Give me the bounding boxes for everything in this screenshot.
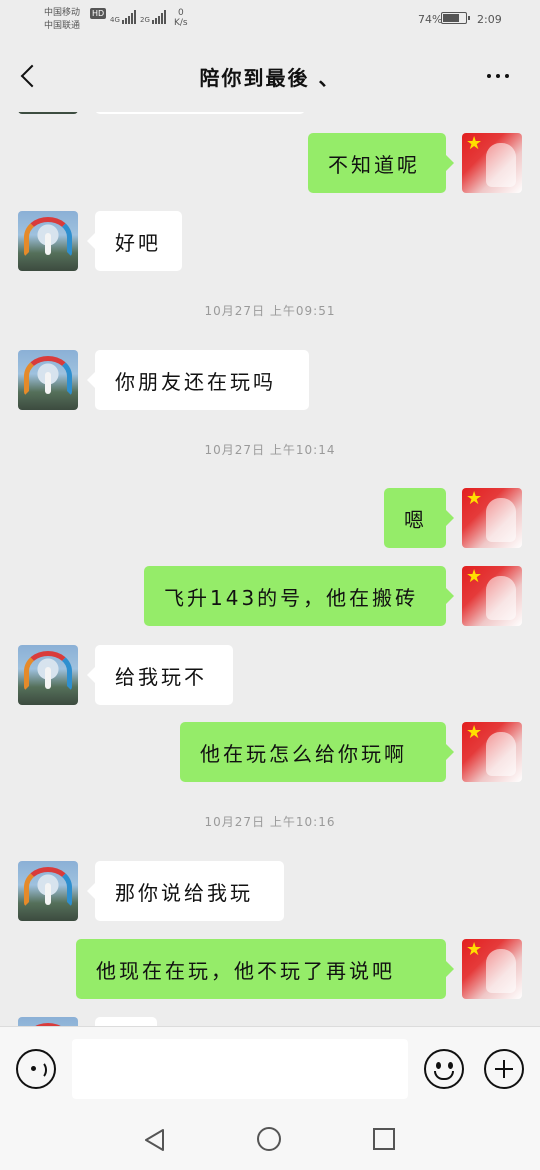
chat-timestamp: 10月27日 上午10:16	[204, 815, 336, 829]
message-text: 不知道呢	[328, 152, 420, 177]
signal-2-icon: 2G	[140, 10, 166, 24]
peer-avatar[interactable]	[18, 861, 78, 921]
more-functions-button[interactable]	[484, 1049, 524, 1089]
star-icon: ★	[466, 939, 483, 960]
peer-message-bubble[interactable]: 好吧	[87, 211, 182, 271]
my-avatar[interactable]: ★	[462, 939, 522, 999]
signal-1-label: 4G	[110, 16, 120, 24]
more-horizontal-icon	[487, 74, 491, 78]
input-bar	[0, 1026, 540, 1111]
peer-message-bubble[interactable]: 你朋友还在玩吗	[87, 350, 309, 410]
message-text: 飞升143的号，他在搬砖	[164, 585, 419, 610]
carrier-2: 中国联通	[44, 21, 81, 31]
network-speed-value: 0	[177, 8, 184, 18]
chat-message-list[interactable]: ★ 不知道呢好吧 10月27日 上午09:51 你朋友还在玩吗 10月27日 上午10:…	[0, 112, 540, 1026]
carrier-1: 中国移动	[44, 8, 81, 18]
my-message-bubble[interactable]: 不知道呢	[308, 133, 454, 193]
peer-avatar[interactable]	[18, 112, 78, 114]
message-text: 那你说给我玩	[115, 880, 253, 905]
network-speed: 0 K/s	[174, 8, 188, 28]
star-icon: ★	[466, 566, 483, 587]
my-message-bubble[interactable]: 嗯	[384, 488, 454, 548]
peer-avatar[interactable]	[18, 211, 78, 271]
peer-message-bubble[interactable]: 那你说给我玩	[87, 861, 284, 921]
peer-avatar[interactable]	[18, 350, 78, 410]
peer-message-bubble[interactable]: 给我玩不	[87, 645, 233, 705]
my-message-bubble[interactable]: 飞升143的号，他在搬砖	[144, 566, 454, 626]
signal-1-icon: 4G	[110, 10, 136, 24]
star-icon: ★	[466, 722, 483, 743]
peer-avatar[interactable]	[18, 1017, 78, 1026]
my-avatar[interactable]: ★	[462, 488, 522, 548]
message-text: 他现在在玩，他不玩了再说吧	[96, 958, 395, 983]
voice-input-button[interactable]	[16, 1049, 56, 1089]
message-text: 他在玩怎么给你玩啊	[200, 741, 407, 766]
signal-2-label: 2G	[140, 16, 150, 24]
emoji-icon	[436, 1062, 441, 1069]
my-avatar[interactable]: ★	[462, 566, 522, 626]
status-bar: 中国移动 中国联通 HD 4G 2G 0 K/s 74% 2:09	[0, 0, 540, 40]
peer-message-bubble-partial	[95, 112, 305, 114]
message-text: 你朋友还在玩吗	[115, 369, 276, 394]
my-avatar[interactable]: ★	[462, 133, 522, 193]
chat-header: 陪你到最後 、	[0, 40, 540, 112]
my-avatar[interactable]: ★	[462, 722, 522, 782]
message-text: 给我玩不	[115, 664, 207, 689]
message-text: 好吧	[115, 230, 161, 255]
my-message-bubble[interactable]: 他现在在玩，他不玩了再说吧	[76, 939, 454, 999]
nav-home-button[interactable]	[257, 1127, 281, 1151]
my-message-bubble[interactable]: 他在玩怎么给你玩啊	[180, 722, 454, 782]
chat-title: 陪你到最後 、	[199, 66, 341, 90]
star-icon: ★	[466, 133, 483, 154]
battery-percent: 74%	[418, 13, 443, 26]
status-time: 2:09	[477, 13, 502, 26]
chat-timestamp: 10月27日 上午10:14	[204, 443, 336, 457]
carrier-names: 中国移动 中国联通	[44, 7, 80, 33]
nav-back-button[interactable]	[143, 1128, 167, 1152]
battery-icon	[441, 12, 470, 24]
message-text: 嗯	[404, 507, 427, 532]
peer-message-bubble-partial	[95, 1017, 157, 1026]
nav-recent-apps-button[interactable]	[373, 1128, 395, 1150]
message-input[interactable]	[72, 1039, 408, 1099]
chat-timestamp: 10月27日 上午09:51	[204, 304, 336, 318]
emoji-button[interactable]	[424, 1049, 464, 1089]
nav-back-icon	[145, 1129, 164, 1151]
star-icon: ★	[466, 488, 483, 509]
more-options-button[interactable]	[478, 64, 518, 88]
system-nav-bar	[0, 1110, 540, 1170]
network-speed-unit: K/s	[174, 18, 188, 28]
hd-badge: HD	[90, 8, 107, 19]
peer-avatar[interactable]	[18, 645, 78, 705]
